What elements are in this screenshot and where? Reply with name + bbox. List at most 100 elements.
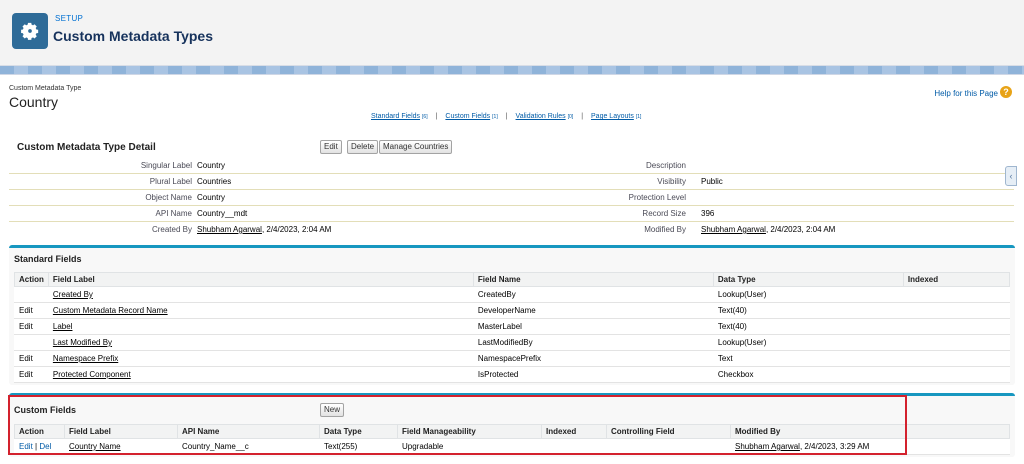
help-link[interactable]: Help for this Page [934,89,998,98]
row-action[interactable]: Edit [14,350,49,367]
field-label-link[interactable]: Label [53,322,73,331]
created-by-user-link[interactable]: Shubham Agarwal [197,225,262,234]
link-custom-fields[interactable]: Custom Fields [1] [445,113,497,120]
field-label: Singular Label [140,161,192,170]
field-label: Visibility [657,177,686,186]
data-type-cell: Lookup(User) [712,286,904,303]
custom-fields-table: Action Field Label API Name Data Type Fi… [14,424,1010,455]
field-label-cell: Custom Metadata Record Name [47,302,474,319]
row-action[interactable]: Edit [14,366,49,383]
row-actions: Edit | Del [14,438,65,455]
created-by-value: Shubham Agarwal, 2/4/2023, 2:04 AM [197,225,332,234]
row-action[interactable]: Edit [14,302,49,319]
data-type-cell: Lookup(User) [712,334,904,351]
manage-countries-button[interactable]: Manage Countries [379,140,453,154]
field-label-link[interactable]: Namespace Prefix [53,354,118,363]
header-wave-divider [0,66,1024,74]
field-value: Public [701,177,723,186]
field-label: API Name [155,209,192,218]
column-header: API Name [177,424,320,439]
controlling-field-cell [606,438,731,455]
table-header-row: Action Field Label API Name Data Type Fi… [14,424,1010,439]
field-name-cell: CreatedBy [472,286,714,303]
related-list-links: Standard Fields [6] | Custom Fields [1] | Vali… [371,113,642,120]
field-name-cell: NamespacePrefix [472,350,714,367]
setup-header: SETUP Custom Metadata Types [0,0,1024,66]
field-label-cell: Last Modified By [47,334,474,351]
indexed-cell [902,366,1010,383]
field-value: Country__mdt [197,209,248,218]
field-label-link[interactable]: Created By [53,290,93,299]
data-type-cell: Text(40) [712,302,904,319]
indexed-cell [902,302,1010,319]
table-header-row: Action Field Label Field Name Data Type … [14,272,1011,287]
field-label-cell: Protected Component [47,366,474,383]
field-label-cell: Namespace Prefix [47,350,474,367]
column-header: Field Name [472,272,714,287]
api-name-cell: Country_Name__c [177,438,320,455]
data-type-cell: Checkbox [712,366,904,383]
column-header: Modified By [730,424,1010,439]
field-label-link[interactable]: Last Modified By [53,338,112,347]
field-label-link[interactable]: Country Name [69,442,121,451]
data-type-cell: Text(40) [712,318,904,335]
modified-by-user-link[interactable]: Shubham Agarwal [701,225,766,234]
field-label: Record Size [642,209,686,218]
table-row: Edit Label MasterLabel Text(40) [14,318,1010,335]
column-header: Controlling Field [606,424,731,439]
table-row: Last Modified By LastModifiedBy Lookup(U… [14,334,1010,351]
page-title: Custom Metadata Types [53,28,213,44]
detail-row: Singular Label Country Description [9,158,1014,174]
field-label-link[interactable]: Custom Metadata Record Name [53,306,168,315]
sidebar-toggle-icon[interactable]: ‹ [1005,166,1017,186]
field-label-link[interactable]: Protected Component [53,370,131,379]
modified-by-value: Shubham Agarwal, 2/4/2023, 2:04 AM [701,225,836,234]
detail-fields: Singular Label Country Description Plura… [9,158,1014,238]
detail-row: API Name Country__mdt Record Size 396 [9,206,1014,222]
custom-fields-title: Custom Fields [14,405,77,415]
modified-by-label: Modified By [644,225,686,234]
custom-fields-section: Custom Fields New Action Field Label API… [9,393,1015,457]
edit-button[interactable]: Edit [320,140,342,154]
link-page-layouts[interactable]: Page Layouts [1] [591,113,641,120]
column-header: Action [14,272,49,287]
link-standard-fields[interactable]: Standard Fields [6] [371,113,428,120]
row-action[interactable] [14,334,49,351]
field-label: Object Name [145,193,192,202]
setup-label: SETUP [55,14,84,23]
column-header: Field Manageability [397,424,542,439]
column-header: Indexed [902,272,1011,287]
field-label: Protection Level [628,193,686,202]
edit-link[interactable]: Edit [19,442,33,451]
indexed-cell [902,286,1010,303]
detail-section-title: Custom Metadata Type Detail [17,142,156,153]
column-header: Indexed [541,424,607,439]
standard-fields-title: Standard Fields [14,254,82,264]
delete-link[interactable]: Del [39,442,51,451]
field-value: Country [197,161,226,170]
table-row: Edit | Del Country Name Country_Name__c … [14,438,1010,455]
table-row: Edit Namespace Prefix NamespacePrefix Te… [14,350,1010,367]
delete-button[interactable]: Delete [347,140,379,154]
field-name-cell: DeveloperName [472,302,714,319]
column-header: Data Type [712,272,904,287]
table-row: Edit Protected Component IsProtected Che… [14,366,1010,383]
main-content: Custom Metadata Type Country Help for th… [0,74,1024,464]
gear-icon [12,13,48,49]
data-type-cell: Text [712,350,904,367]
field-label-cell: Country Name [64,438,178,455]
modified-by-user-link[interactable]: Shubham Agarwal [735,442,800,451]
field-value: 396 [701,209,715,218]
field-label-cell: Created By [47,286,474,303]
row-action[interactable] [14,286,49,303]
question-icon[interactable]: ? [1000,86,1012,98]
data-type-cell: Text(255) [319,438,398,455]
column-header: Data Type [319,424,398,439]
indexed-cell [902,318,1010,335]
detail-row: Created By Shubham Agarwal, 2/4/2023, 2:… [9,222,1014,238]
new-custom-field-button[interactable]: New [320,403,345,417]
field-value: Country [197,193,226,202]
field-label-cell: Label [47,318,474,335]
row-action[interactable]: Edit [14,318,49,335]
link-validation-rules[interactable]: Validation Rules [0] [516,113,574,120]
